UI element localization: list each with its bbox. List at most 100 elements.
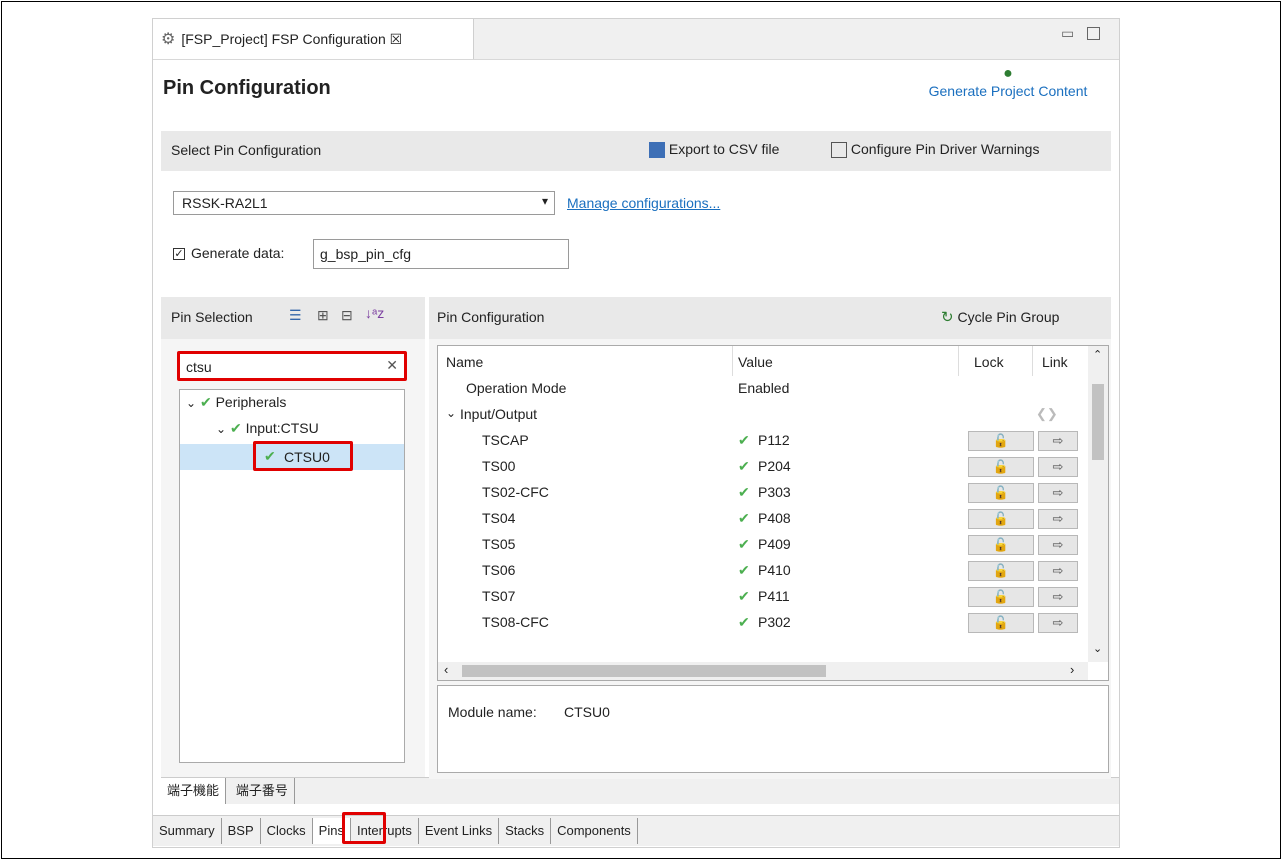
table-row[interactable]: TS07 ✔ P411 🔓 ⇨ bbox=[438, 584, 1078, 610]
row-value: P302 bbox=[758, 614, 791, 630]
tab-clocks[interactable]: Clocks bbox=[261, 818, 313, 844]
col-value[interactable]: Value bbox=[738, 354, 773, 370]
list-icon[interactable]: ☰ bbox=[289, 307, 302, 324]
row-name: TS06 bbox=[482, 562, 516, 578]
tab-bsp[interactable]: BSP bbox=[222, 818, 261, 844]
tab-event-links[interactable]: Event Links bbox=[419, 818, 500, 844]
tree-label: Peripherals bbox=[215, 394, 287, 410]
row-value: Enabled bbox=[738, 380, 790, 396]
row-value: P408 bbox=[758, 510, 791, 526]
arrow-right-icon: ⇨ bbox=[1052, 589, 1064, 604]
lock-button[interactable]: 🔓 bbox=[968, 509, 1034, 529]
chevron-down-icon: ▾ bbox=[541, 194, 548, 208]
lock-button[interactable]: 🔓 bbox=[968, 431, 1034, 451]
link-button[interactable]: ⇨ bbox=[1038, 431, 1078, 451]
maximize-icon[interactable] bbox=[1087, 27, 1100, 40]
editor-tab-title: [FSP_Project] FSP Configuration ☒ bbox=[181, 30, 403, 47]
minimize-icon[interactable]: ▭ bbox=[1061, 25, 1074, 42]
table-row[interactable]: TS05 ✔ P409 🔓 ⇨ bbox=[438, 532, 1078, 558]
col-name[interactable]: Name bbox=[446, 354, 483, 370]
link-button[interactable]: ⇨ bbox=[1038, 587, 1078, 607]
tab-stacks[interactable]: Stacks bbox=[499, 818, 552, 844]
generate-data-checkbox[interactable]: ✓ bbox=[173, 248, 185, 260]
tab-pin-function[interactable]: 端子機能 bbox=[161, 778, 227, 804]
generate-label: Generate Project Content bbox=[928, 83, 1088, 99]
export-label: Export to CSV file bbox=[668, 141, 780, 157]
check-icon: ✔ bbox=[738, 484, 750, 500]
tree-node-input-ctsu[interactable]: ⌄ ✔ Input:CTSU bbox=[216, 420, 319, 437]
scroll-down-icon[interactable]: ⌄ bbox=[1093, 642, 1102, 655]
table-row[interactable]: Operation Mode Enabled bbox=[438, 376, 1078, 402]
page-title: Pin Configuration bbox=[163, 77, 331, 99]
tab-components[interactable]: Components bbox=[551, 818, 638, 844]
generate-data-input[interactable]: g_bsp_pin_cfg bbox=[313, 239, 569, 269]
link-button[interactable]: ⇨ bbox=[1038, 457, 1078, 477]
row-name: TS04 bbox=[482, 510, 516, 526]
tab-summary[interactable]: Summary bbox=[153, 818, 222, 844]
scroll-thumb[interactable] bbox=[462, 665, 826, 677]
scroll-right-icon[interactable]: › bbox=[1070, 662, 1074, 677]
col-divider bbox=[958, 346, 959, 376]
pin-config-title: Pin Configuration bbox=[437, 309, 545, 325]
link-button[interactable]: ⇨ bbox=[1038, 509, 1078, 529]
link-button[interactable]: ⇨ bbox=[1038, 613, 1078, 633]
horizontal-scrollbar[interactable]: ‹ › bbox=[438, 662, 1088, 680]
module-name-value: CTSU0 bbox=[564, 704, 610, 720]
pin-selection-tabs: 端子機能 端子番号 bbox=[161, 777, 1119, 804]
scroll-up-icon[interactable]: ⌃ bbox=[1093, 348, 1102, 361]
vertical-scrollbar[interactable]: ⌃ ⌄ bbox=[1088, 346, 1108, 662]
lock-button[interactable]: 🔓 bbox=[968, 535, 1034, 555]
cycle-pin-group-button[interactable]: ↻ Cycle Pin Group bbox=[941, 308, 1059, 326]
manage-configurations-link[interactable]: Manage configurations... bbox=[567, 195, 720, 211]
cycle-icon: ↻ bbox=[941, 309, 954, 326]
table-row[interactable]: ⌄ Input/Output ❮❯ bbox=[438, 402, 1078, 428]
generate-project-content-button[interactable]: ● Generate Project Content bbox=[903, 65, 1113, 111]
row-name: TS08-CFC bbox=[482, 614, 549, 630]
lock-button[interactable]: 🔓 bbox=[968, 587, 1034, 607]
link-button[interactable]: ⇨ bbox=[1038, 561, 1078, 581]
col-divider bbox=[1032, 346, 1033, 376]
unlock-icon: 🔓 bbox=[992, 485, 1010, 500]
pin-config-table: Name Value Lock Link Operation Mode Enab… bbox=[437, 345, 1109, 681]
table-row[interactable]: TSCAP ✔ P112 🔓 ⇨ bbox=[438, 428, 1078, 454]
expand-all-icon[interactable]: ⊞ bbox=[317, 307, 329, 324]
row-value: P410 bbox=[758, 562, 791, 578]
col-lock[interactable]: Lock bbox=[974, 354, 1004, 370]
lock-button[interactable]: 🔓 bbox=[968, 613, 1034, 633]
configure-warnings-button[interactable]: Configure Pin Driver Warnings bbox=[831, 141, 1039, 159]
tab-pin-number[interactable]: 端子番号 bbox=[230, 778, 295, 804]
collapse-all-icon[interactable]: ⊟ bbox=[341, 307, 353, 324]
tree-node-peripherals[interactable]: ⌄ ✔ Peripherals bbox=[186, 394, 286, 411]
row-value: P112 bbox=[758, 432, 790, 448]
check-icon: ✔ bbox=[738, 562, 750, 578]
pin-config-header: Pin Configuration ↻ Cycle Pin Group bbox=[429, 297, 1111, 339]
check-icon: ✔ bbox=[199, 394, 212, 410]
table-row[interactable]: TS06 ✔ P410 🔓 ⇨ bbox=[438, 558, 1078, 584]
lock-button[interactable]: 🔓 bbox=[968, 457, 1034, 477]
table-row[interactable]: TS02-CFC ✔ P303 🔓 ⇨ bbox=[438, 480, 1078, 506]
export-csv-button[interactable]: Export to CSV file bbox=[649, 141, 780, 159]
arrow-right-icon: ⇨ bbox=[1052, 563, 1064, 578]
table-header: Name Value Lock Link bbox=[438, 346, 1088, 376]
scroll-thumb[interactable] bbox=[1092, 384, 1104, 460]
editor-tab[interactable]: ⚙ [FSP_Project] FSP Configuration ☒ bbox=[153, 19, 474, 59]
link-button[interactable]: ⇨ bbox=[1038, 535, 1078, 555]
col-link[interactable]: Link bbox=[1042, 354, 1068, 370]
link-nav-icon[interactable]: ❮❯ bbox=[1036, 406, 1058, 422]
sort-icon[interactable]: ↓ᵃz bbox=[365, 305, 384, 321]
table-row[interactable]: TS08-CFC ✔ P302 🔓 ⇨ bbox=[438, 610, 1078, 636]
lock-button[interactable]: 🔓 bbox=[968, 483, 1034, 503]
config-select[interactable]: RSSK-RA2L1 ▾ bbox=[173, 191, 555, 215]
editor-page-tabs: Summary BSP Clocks Pins Interrupts Event Link… bbox=[153, 815, 1119, 846]
editor-tab-bar: ⚙ [FSP_Project] FSP Configuration ☒ ▭ bbox=[153, 19, 1119, 60]
check-icon: ✔ bbox=[738, 458, 750, 474]
lock-button[interactable]: 🔓 bbox=[968, 561, 1034, 581]
search-highlight bbox=[177, 351, 407, 381]
scroll-left-icon[interactable]: ‹ bbox=[444, 662, 448, 677]
link-button[interactable]: ⇨ bbox=[1038, 483, 1078, 503]
table-row[interactable]: TS00 ✔ P204 🔓 ⇨ bbox=[438, 454, 1078, 480]
row-value: P409 bbox=[758, 536, 791, 552]
pins-tab-highlight bbox=[342, 812, 386, 844]
table-row[interactable]: TS04 ✔ P408 🔓 ⇨ bbox=[438, 506, 1078, 532]
ctsu0-highlight bbox=[253, 441, 353, 471]
